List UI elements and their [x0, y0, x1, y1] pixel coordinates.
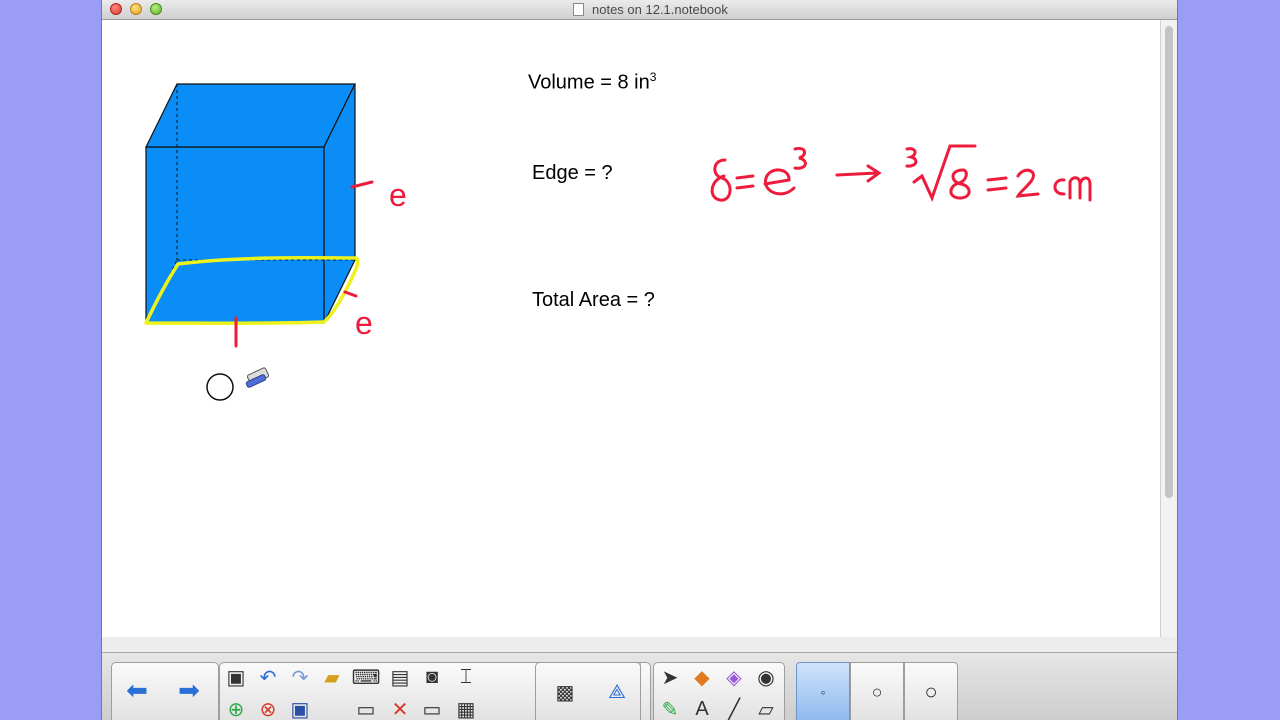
forward-arrow-icon[interactable]: ➡ — [174, 675, 204, 705]
pen-width-large-tile[interactable]: ○ — [904, 662, 958, 720]
add-page-icon[interactable]: ⊕ — [224, 697, 248, 720]
back-arrow-icon[interactable]: ⬅ — [122, 675, 152, 705]
table-icon[interactable]: ▦ — [454, 697, 478, 720]
app-window: notes on 12.1.notebook Volume = 8 in3 Ed… — [101, 0, 1178, 720]
delete-page-icon[interactable]: ⊗ — [256, 697, 280, 720]
select-icon[interactable]: ➤ — [658, 665, 682, 689]
minimize-window-button[interactable] — [130, 3, 142, 15]
view-screens-icon[interactable]: ▣ — [224, 665, 248, 689]
save-icon[interactable]: ▣ — [288, 697, 312, 720]
navigation-group: ⬅ ➡ — [111, 662, 219, 720]
pen-width-medium-tile[interactable]: ○ — [850, 662, 904, 720]
edge-label-depth: e — [355, 305, 373, 341]
eraser-icon[interactable]: ◈ — [722, 665, 746, 689]
cursor-circle-icon — [206, 373, 234, 401]
video-icon[interactable]: ▩ — [550, 677, 580, 707]
undo-icon[interactable]: ↶ — [256, 665, 280, 689]
paste-icon[interactable]: ▤ — [388, 665, 412, 689]
open-file-icon[interactable]: ▰ — [320, 665, 344, 689]
pen-width-small-tile[interactable]: ◦ — [796, 662, 850, 720]
screen-capture-icon[interactable]: ◙ — [420, 665, 444, 689]
close-window-button[interactable] — [110, 3, 122, 15]
vertical-scrollbar[interactable] — [1161, 20, 1177, 637]
edge-label-right: e — [389, 177, 407, 213]
keyboard-icon[interactable]: ⌨ — [352, 665, 381, 689]
highlighter-icon[interactable]: ▱ — [754, 697, 778, 720]
full-screen-icon[interactable]: ▭ — [420, 697, 444, 720]
pen-width-small-icon: ◦ — [820, 684, 826, 700]
ink-layer: e e — [144, 83, 1092, 401]
text-icon[interactable]: A — [690, 697, 714, 720]
window-title: notes on 12.1.notebook — [592, 2, 728, 17]
scrollbar-thumb[interactable] — [1165, 26, 1173, 498]
pen-width-large-icon: ○ — [924, 679, 938, 704]
notebook-canvas[interactable]: Volume = 8 in3 Edge = ? Total Area = ? e… — [102, 20, 1161, 637]
cube-shape[interactable] — [145, 83, 356, 324]
document-icon — [573, 3, 584, 16]
table-tool-icon[interactable]: ⌶ — [454, 665, 478, 689]
title-bar: notes on 12.1.notebook — [102, 0, 1177, 20]
zoom-window-button[interactable] — [150, 3, 162, 15]
pen-width-medium-icon: ○ — [871, 681, 883, 702]
screen-shade-icon[interactable]: ▭ — [354, 697, 378, 720]
line-icon[interactable]: ╱ — [722, 697, 746, 720]
media-group: ▩ ⟁ — [535, 662, 641, 720]
delete-icon[interactable]: ✕ — [388, 697, 412, 720]
pen-icon[interactable]: ✎ — [658, 697, 682, 720]
redo-icon[interactable]: ↷ — [288, 665, 312, 689]
drawing-tools-group: ➤ ◆ ◈ ◉ ✎ A ╱ ▱ — [653, 662, 785, 720]
shapes-icon[interactable]: ◆ — [690, 665, 714, 689]
fill-icon[interactable]: ◉ — [754, 665, 778, 689]
compass-icon[interactable]: ⟁ — [602, 677, 632, 707]
eraser-cursor-icon — [245, 367, 270, 388]
bottom-toolbar: ⬅ ➡ ▣ ↶ ↷ ▰ ⌨ ▤ ◙ ⌶ ⊕ ⊗ ▣ ▭ ✕ ▭ ▦ ▮ ▩ ⟁ — [102, 652, 1177, 720]
